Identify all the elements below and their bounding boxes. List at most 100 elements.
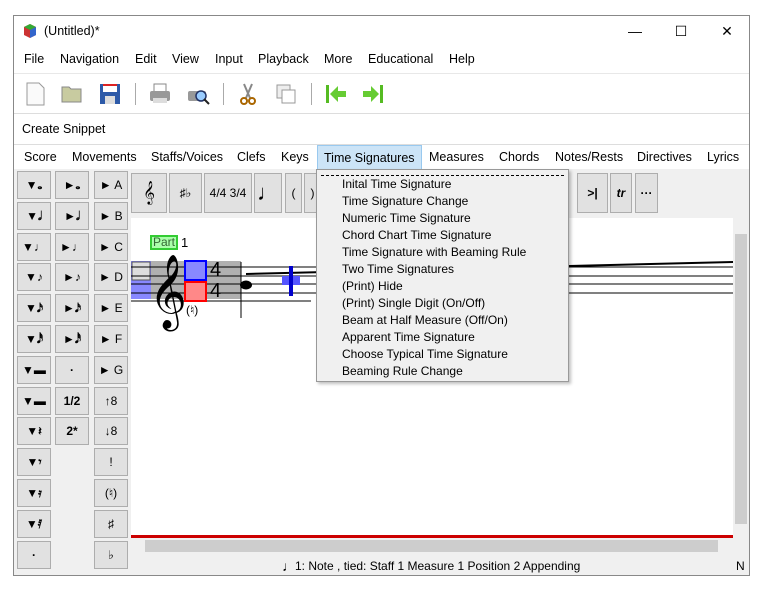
snippet-bar: Create Snippet bbox=[14, 113, 749, 144]
tab-staffs-voices[interactable]: Staffs/Voices bbox=[145, 145, 229, 170]
palette-button[interactable]: ► E bbox=[94, 294, 128, 323]
menu-item[interactable]: Apparent Time Signature bbox=[342, 330, 475, 344]
print-icon[interactable] bbox=[147, 81, 173, 107]
palette-button[interactable]: ► G bbox=[94, 355, 128, 384]
palette-button[interactable]: ►♩ bbox=[55, 232, 89, 261]
palette-button[interactable]: ▼𝅗𝅥 bbox=[17, 201, 51, 230]
menu-item[interactable]: Chord Chart Time Signature bbox=[342, 228, 491, 242]
menu-navigation[interactable]: Navigation bbox=[60, 52, 119, 66]
more-button[interactable]: ··· bbox=[635, 173, 658, 213]
menu-view[interactable]: View bbox=[172, 52, 199, 66]
palette-button[interactable]: ▼𝄾 bbox=[17, 448, 51, 477]
palette-button[interactable]: ▼▬ bbox=[17, 386, 51, 415]
open-paren-button[interactable]: ( bbox=[285, 173, 302, 213]
menu-item[interactable]: Beam at Half Measure (Off/On) bbox=[342, 313, 508, 327]
palette-button[interactable]: ▼♩ bbox=[17, 232, 51, 261]
open-icon[interactable] bbox=[59, 81, 85, 107]
create-snippet-button[interactable]: Create Snippet bbox=[22, 122, 105, 136]
clef-button[interactable]: 𝄞 bbox=[131, 173, 167, 213]
palette-button[interactable]: (♮) bbox=[94, 479, 128, 507]
end-button[interactable]: >| bbox=[577, 173, 608, 213]
tab-directives[interactable]: Directives bbox=[631, 145, 698, 170]
tab-movements[interactable]: Movements bbox=[66, 145, 143, 170]
palette-button[interactable]: ♯ bbox=[94, 509, 128, 538]
palette-button[interactable]: ► D bbox=[94, 263, 128, 292]
menu-playback[interactable]: Playback bbox=[258, 52, 309, 66]
menu-more[interactable]: More bbox=[324, 52, 352, 66]
previous-movement-icon[interactable] bbox=[323, 81, 349, 107]
trill-button[interactable]: tr bbox=[610, 173, 632, 213]
keys-button[interactable]: ♯♭ bbox=[169, 173, 202, 213]
cut-icon[interactable] bbox=[235, 81, 261, 107]
vertical-scrollbar[interactable] bbox=[733, 218, 748, 536]
tab-notes-rests[interactable]: Notes/Rests bbox=[549, 145, 629, 170]
scroll-thumb[interactable] bbox=[735, 234, 747, 524]
next-movement-icon[interactable] bbox=[360, 81, 386, 107]
palette-button[interactable]: 2* bbox=[55, 417, 89, 446]
app-icon bbox=[24, 24, 36, 38]
menu-item[interactable]: Time Signature with Beaming Rule bbox=[342, 245, 526, 259]
palette-button[interactable]: ▼𝄿 bbox=[17, 479, 51, 507]
tab-time-signatures[interactable]: Time Signatures bbox=[317, 145, 422, 170]
palette-button[interactable]: ▼▬ bbox=[17, 355, 51, 384]
treble-clef-icon: 𝄞 bbox=[149, 255, 187, 332]
palette-button[interactable]: ▼𝅀 bbox=[17, 509, 51, 538]
palette-button[interactable]: ▼𝄽 bbox=[17, 417, 51, 446]
tab-lyrics[interactable]: Lyrics bbox=[701, 145, 745, 170]
palette-button[interactable]: ► C bbox=[94, 232, 128, 261]
palette-button[interactable]: ↑8 bbox=[94, 386, 128, 415]
print-preview-icon[interactable] bbox=[185, 81, 211, 107]
window-title: (Untitled)* bbox=[44, 24, 100, 38]
tab-measures[interactable]: Measures bbox=[423, 145, 490, 170]
close-button[interactable]: ✕ bbox=[704, 16, 750, 46]
toolbar-separator bbox=[135, 83, 136, 105]
palette-button[interactable]: 1/2 bbox=[55, 386, 89, 415]
menu-item[interactable]: (Print) Hide bbox=[342, 279, 403, 293]
menu-educational[interactable]: Educational bbox=[368, 52, 433, 66]
note-button[interactable]: ♩ bbox=[254, 173, 282, 213]
palette-button[interactable]: ►𝅝 bbox=[55, 171, 89, 199]
tab-keys[interactable]: Keys bbox=[275, 145, 315, 170]
app-window: (Untitled)* — ☐ ✕ File Navigation Edit V… bbox=[13, 15, 750, 576]
menu-item[interactable]: (Print) Single Digit (On/Off) bbox=[342, 296, 485, 310]
palette-button[interactable]: ►𝅗𝅥 bbox=[55, 201, 89, 230]
menu-item[interactable]: Time Signature Change bbox=[342, 194, 468, 208]
palette-button[interactable]: ► B bbox=[94, 201, 128, 230]
menu-item[interactable]: Two Time Signatures bbox=[342, 262, 454, 276]
new-icon[interactable] bbox=[22, 81, 48, 107]
toolbar bbox=[14, 73, 749, 113]
time-signature-button[interactable]: 4/4 3/4 bbox=[204, 173, 252, 213]
palette-button[interactable]: ►𝅘𝅥𝅯 bbox=[55, 294, 89, 323]
menu-input[interactable]: Input bbox=[215, 52, 243, 66]
menu-edit[interactable]: Edit bbox=[135, 52, 157, 66]
menu-item[interactable]: Beaming Rule Change bbox=[342, 364, 463, 378]
menu-item[interactable]: Inital Time Signature bbox=[342, 177, 451, 191]
save-icon[interactable] bbox=[97, 81, 123, 107]
scroll-thumb[interactable] bbox=[145, 540, 718, 552]
tab-score[interactable]: Score bbox=[18, 145, 63, 170]
palette-button[interactable]: ▼♪ bbox=[17, 263, 51, 292]
palette-button[interactable]: ► A bbox=[94, 171, 128, 199]
palette-button[interactable]: ! bbox=[94, 448, 128, 477]
minimize-button[interactable]: — bbox=[612, 16, 658, 46]
palette-button[interactable]: · bbox=[55, 355, 89, 384]
menu-help[interactable]: Help bbox=[449, 52, 475, 66]
palette-button[interactable]: ►𝅘𝅥𝅰 bbox=[55, 325, 89, 353]
palette-button[interactable]: ► F bbox=[94, 325, 128, 353]
palette-button[interactable]: ▼𝅘𝅥𝅰 bbox=[17, 325, 51, 353]
palette-button[interactable]: ▼𝅘𝅥𝅯 bbox=[17, 294, 51, 323]
maximize-button[interactable]: ☐ bbox=[658, 16, 704, 46]
horizontal-scrollbar[interactable] bbox=[131, 538, 733, 554]
menu-item[interactable]: Choose Typical Time Signature bbox=[342, 347, 508, 361]
copy-icon[interactable] bbox=[273, 81, 299, 107]
tear-off-line[interactable] bbox=[321, 175, 564, 176]
tab-clefs[interactable]: Clefs bbox=[231, 145, 271, 170]
palette-button[interactable]: ►♪ bbox=[55, 263, 89, 292]
menu-item[interactable]: Numeric Time Signature bbox=[342, 211, 471, 225]
palette-button[interactable]: ↓8 bbox=[94, 417, 128, 446]
time-signatures-menu: Inital Time Signature Time Signature Chan… bbox=[316, 169, 569, 382]
palette-button[interactable]: ▼𝅝 bbox=[17, 171, 51, 199]
tab-chords[interactable]: Chords bbox=[493, 145, 545, 170]
part-label[interactable]: Part bbox=[150, 235, 179, 250]
menu-file[interactable]: File bbox=[24, 52, 44, 66]
